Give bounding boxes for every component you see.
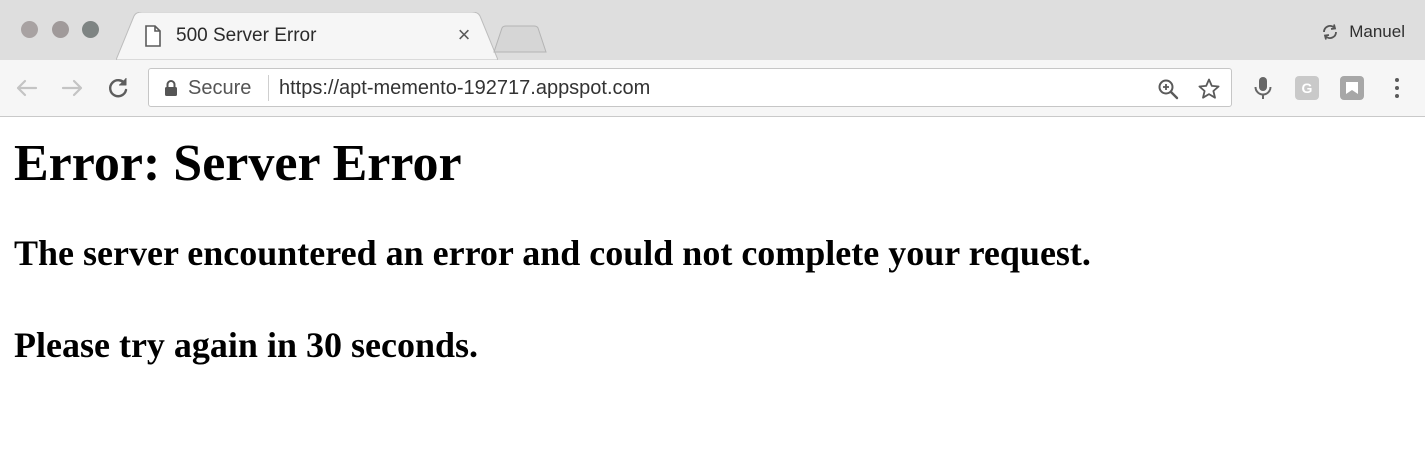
new-tab-button[interactable] — [492, 25, 548, 53]
profile-button[interactable]: Manuel — [1319, 20, 1405, 44]
extension-g-label: G — [1301, 80, 1313, 96]
microphone-icon[interactable] — [1250, 75, 1276, 101]
save-extension-icon[interactable] — [1340, 76, 1364, 100]
reload-icon[interactable] — [103, 73, 133, 103]
url-text[interactable]: https://apt-memento-192717.appspot.com — [279, 77, 650, 100]
error-heading: Error: Server Error — [14, 135, 462, 192]
google-extension-icon[interactable]: G — [1295, 76, 1319, 100]
profile-name: Manuel — [1349, 22, 1405, 41]
error-message: The server encountered an error and coul… — [14, 233, 1091, 273]
back-arrow-icon[interactable] — [12, 73, 42, 103]
address-divider — [268, 75, 269, 101]
browser-toolbar: Secure https://apt-memento-192717.appspo… — [0, 60, 1425, 117]
bookmark-shape-icon — [1346, 82, 1358, 94]
page-content: Error: Server Error The server encounter… — [0, 118, 1425, 455]
star-icon[interactable] — [1197, 77, 1221, 101]
kebab-menu-icon[interactable] — [1384, 75, 1410, 101]
zoom-icon[interactable] — [1157, 78, 1179, 100]
address-bar[interactable]: Secure https://apt-memento-192717.appspo… — [148, 68, 1232, 107]
sync-icon — [1323, 24, 1338, 40]
tab-strip: 500 Server Error × Manuel — [0, 0, 1425, 60]
active-tab[interactable]: 500 Server Error × — [116, 12, 498, 60]
secure-label: Secure — [188, 77, 252, 99]
document-icon — [145, 25, 161, 47]
lock-icon — [165, 80, 177, 96]
minimize-window-button[interactable] — [52, 21, 69, 38]
retry-message: Please try again in 30 seconds. — [14, 325, 478, 365]
maximize-window-button[interactable] — [82, 21, 99, 38]
tab-title: 500 Server Error — [176, 25, 317, 46]
forward-arrow-icon[interactable] — [57, 73, 87, 103]
close-window-button[interactable] — [21, 21, 38, 38]
close-tab-icon[interactable]: × — [452, 22, 476, 48]
